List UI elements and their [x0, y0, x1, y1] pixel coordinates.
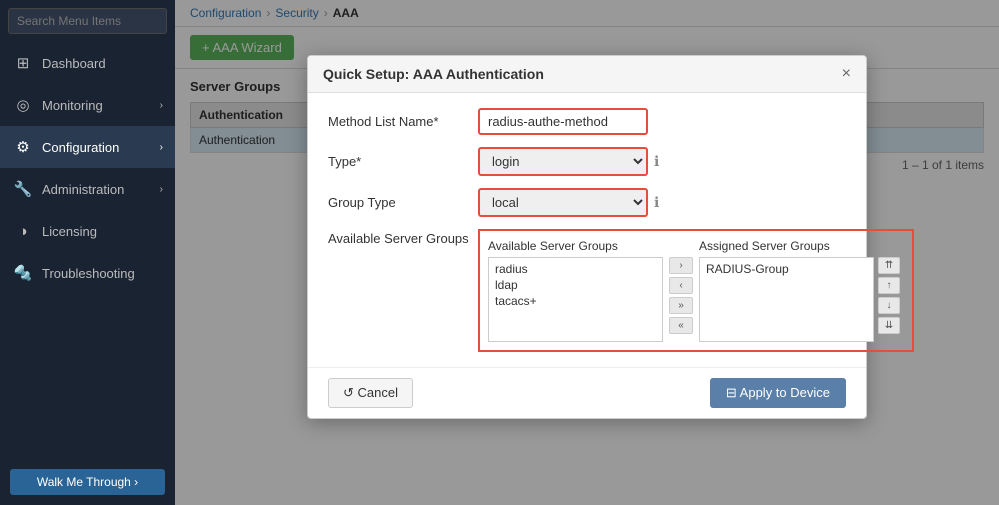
- cancel-button[interactable]: ↺ Cancel: [328, 378, 413, 408]
- sidebar-item-troubleshooting[interactable]: 🔩 Troubleshooting: [0, 252, 175, 294]
- method-list-name-row: Method List Name*: [328, 108, 846, 135]
- move-left-button[interactable]: ‹: [669, 277, 693, 294]
- assigned-groups-label: Assigned Server Groups: [699, 239, 874, 253]
- method-list-name-wrap: [478, 108, 648, 135]
- available-groups-wrap: Available Server Groups radius ldap taca…: [488, 239, 663, 342]
- apply-to-device-button[interactable]: ⊟ Apply to Device: [710, 378, 846, 408]
- sidebar-item-label: Dashboard: [42, 56, 106, 71]
- group-type-label: Group Type: [328, 195, 478, 210]
- list-item[interactable]: ldap: [492, 277, 659, 293]
- type-select[interactable]: login exec commands: [478, 147, 648, 176]
- sidebar-bottom: Walk Me Through ›: [0, 459, 175, 505]
- method-list-name-label: Method List Name*: [328, 114, 478, 129]
- list-item[interactable]: RADIUS-Group: [703, 261, 870, 277]
- move-down-button[interactable]: ↓: [878, 297, 900, 314]
- move-all-left-button[interactable]: «: [669, 317, 693, 334]
- move-all-right-button[interactable]: »: [669, 297, 693, 314]
- group-type-select[interactable]: local radius ldap tacacs+: [478, 188, 648, 217]
- type-row: Type* login exec commands ℹ: [328, 147, 846, 176]
- sidebar-item-label: Administration: [42, 182, 124, 197]
- licensing-icon: ◑: [12, 220, 34, 242]
- modal-body: Method List Name* Type* login exec comma…: [308, 93, 866, 367]
- assigned-groups-list[interactable]: RADIUS-Group: [699, 257, 874, 342]
- method-list-name-input[interactable]: [478, 108, 648, 135]
- transfer-buttons-group: › ‹ » «: [663, 257, 699, 334]
- server-groups-box: Available Server Groups radius ldap taca…: [478, 229, 914, 352]
- available-groups-list[interactable]: radius ldap tacacs+: [488, 257, 663, 342]
- order-buttons-group: ⇈ ↑ ↓ ⇊: [874, 257, 904, 334]
- search-input[interactable]: [8, 8, 167, 34]
- group-type-info-icon[interactable]: ℹ: [654, 194, 659, 211]
- modal-title: Quick Setup: AAA Authentication: [323, 66, 544, 82]
- chevron-right-icon: ›: [160, 184, 163, 195]
- chevron-right-icon: ›: [160, 100, 163, 111]
- sidebar-item-label: Troubleshooting: [42, 266, 135, 281]
- modal-dialog: Quick Setup: AAA Authentication × Method…: [307, 55, 867, 419]
- sidebar-search-container: [0, 0, 175, 42]
- move-up-button[interactable]: ↑: [878, 277, 900, 294]
- sidebar-item-configuration[interactable]: ⚙ Configuration ›: [0, 126, 175, 168]
- group-type-wrap: local radius ldap tacacs+ ℹ: [478, 188, 659, 217]
- move-to-bottom-button[interactable]: ⇊: [878, 317, 900, 334]
- type-info-icon[interactable]: ℹ: [654, 153, 659, 170]
- sidebar-item-label: Monitoring: [42, 98, 103, 113]
- modal-header: Quick Setup: AAA Authentication ×: [308, 56, 866, 93]
- administration-icon: 🔧: [12, 178, 34, 200]
- modal-close-button[interactable]: ×: [842, 66, 851, 82]
- dashboard-icon: ⊞: [12, 52, 34, 74]
- sidebar-item-licensing[interactable]: ◑ Licensing: [0, 210, 175, 252]
- server-groups-section: Available Server Groups Available Server…: [328, 229, 846, 352]
- sidebar-item-administration[interactable]: 🔧 Administration ›: [0, 168, 175, 210]
- available-groups-label: Available Server Groups: [488, 239, 663, 253]
- monitoring-icon: ◎: [12, 94, 34, 116]
- sidebar: ⊞ Dashboard ◎ Monitoring › ⚙ Configurati…: [0, 0, 175, 505]
- assigned-groups-wrap: Assigned Server Groups RADIUS-Group: [699, 239, 874, 342]
- move-to-top-button[interactable]: ⇈: [878, 257, 900, 274]
- modal-overlay: Quick Setup: AAA Authentication × Method…: [175, 0, 999, 505]
- sidebar-item-monitoring[interactable]: ◎ Monitoring ›: [0, 84, 175, 126]
- sidebar-item-label: Licensing: [42, 224, 97, 239]
- main-content: Configuration › Security › AAA + AAA Wiz…: [175, 0, 999, 505]
- list-item[interactable]: tacacs+: [492, 293, 659, 309]
- troubleshooting-icon: 🔩: [12, 262, 34, 284]
- modal-footer: ↺ Cancel ⊟ Apply to Device: [308, 367, 866, 418]
- configuration-icon: ⚙: [12, 136, 34, 158]
- type-wrap: login exec commands ℹ: [478, 147, 659, 176]
- sidebar-item-dashboard[interactable]: ⊞ Dashboard: [0, 42, 175, 84]
- server-groups-label: Available Server Groups: [328, 229, 478, 246]
- type-label: Type*: [328, 154, 478, 169]
- walk-me-through-button[interactable]: Walk Me Through ›: [10, 469, 165, 495]
- move-right-button[interactable]: ›: [669, 257, 693, 274]
- list-item[interactable]: radius: [492, 261, 659, 277]
- group-type-row: Group Type local radius ldap tacacs+ ℹ: [328, 188, 846, 217]
- chevron-right-icon: ›: [160, 142, 163, 153]
- sidebar-item-label: Configuration: [42, 140, 119, 155]
